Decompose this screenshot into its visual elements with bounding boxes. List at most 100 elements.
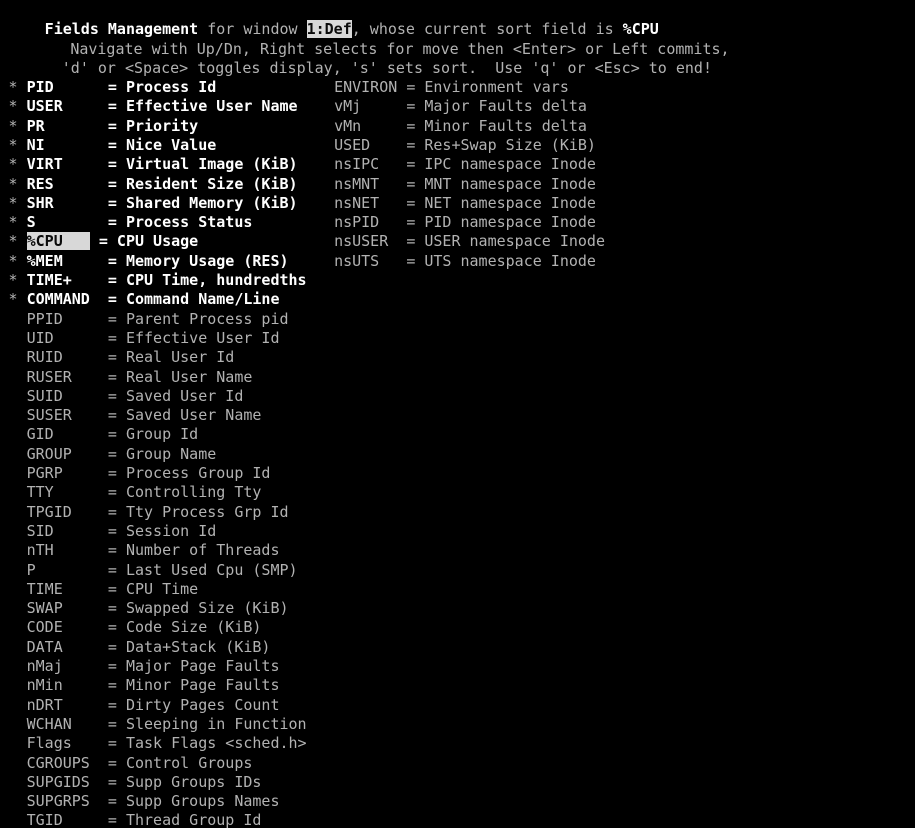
field-name[interactable]: nsUSER: [334, 232, 406, 250]
field-row[interactable]: vMj = Major Faults delta: [316, 97, 587, 116]
field-row[interactable]: PGRP = Process Group Id: [9, 464, 271, 483]
field-name[interactable]: GROUP: [27, 445, 108, 463]
field-row[interactable]: RUSER = Real User Name: [9, 368, 253, 387]
field-display-marker[interactable]: [316, 175, 334, 193]
field-name[interactable]: nsIPC: [334, 155, 406, 173]
field-row[interactable]: * COMMAND = Command Name/Line: [9, 290, 280, 309]
field-display-marker[interactable]: [9, 464, 27, 482]
field-name[interactable]: nMaj: [27, 657, 108, 675]
field-row[interactable]: Flags = Task Flags <sched.h>: [9, 734, 307, 753]
field-name[interactable]: SUID: [27, 387, 108, 405]
field-row[interactable]: PPID = Parent Process pid: [9, 310, 289, 329]
field-name[interactable]: P: [27, 561, 108, 579]
field-row[interactable]: nsPID = PID namespace Inode: [316, 213, 596, 232]
field-row[interactable]: SUSER = Saved User Name: [9, 406, 262, 425]
field-display-marker[interactable]: [316, 117, 334, 135]
field-row[interactable]: * TIME+ = CPU Time, hundredths: [9, 271, 307, 290]
field-row[interactable]: SID = Session Id: [9, 522, 217, 541]
field-display-marker[interactable]: [9, 387, 27, 405]
field-row[interactable]: * %CPU = CPU Usage: [9, 232, 198, 251]
field-row[interactable]: * PR = Priority: [9, 117, 199, 136]
field-display-marker[interactable]: [9, 483, 27, 501]
field-row[interactable]: nMin = Minor Page Faults: [9, 676, 280, 695]
field-display-marker[interactable]: [9, 676, 27, 694]
field-display-marker[interactable]: *: [9, 175, 27, 193]
field-row[interactable]: WCHAN = Sleeping in Function: [9, 715, 307, 734]
field-name[interactable]: ENVIRON: [334, 78, 406, 96]
field-row[interactable]: TGID = Thread Group Id: [9, 811, 262, 828]
field-name[interactable]: SUPGRPS: [27, 792, 108, 810]
field-name[interactable]: TPGID: [27, 503, 108, 521]
field-display-marker[interactable]: [9, 425, 27, 443]
field-row[interactable]: * USER = Effective User Name: [9, 97, 298, 116]
field-display-marker[interactable]: [9, 329, 27, 347]
field-row[interactable]: nsMNT = MNT namespace Inode: [316, 175, 596, 194]
field-display-marker[interactable]: [9, 310, 27, 328]
field-name[interactable]: PGRP: [27, 464, 108, 482]
field-name[interactable]: SHR: [27, 194, 108, 212]
field-display-marker[interactable]: [316, 78, 334, 96]
field-name[interactable]: %MEM: [27, 252, 108, 270]
field-row[interactable]: DATA = Data+Stack (KiB): [9, 638, 271, 657]
field-display-marker[interactable]: [9, 657, 27, 675]
field-name[interactable]: nDRT: [27, 696, 108, 714]
field-display-marker[interactable]: *: [9, 117, 27, 135]
field-row[interactable]: * NI = Nice Value: [9, 136, 217, 155]
field-display-marker[interactable]: [316, 155, 334, 173]
field-display-marker[interactable]: *: [9, 97, 27, 115]
field-name[interactable]: nsUTS: [334, 252, 406, 270]
field-name[interactable]: TIME: [27, 580, 108, 598]
field-name[interactable]: UID: [27, 329, 108, 347]
field-name[interactable]: TTY: [27, 483, 108, 501]
field-display-marker[interactable]: [9, 773, 27, 791]
field-display-marker[interactable]: *: [9, 232, 27, 250]
field-row[interactable]: GROUP = Group Name: [9, 445, 217, 464]
field-name[interactable]: DATA: [27, 638, 108, 656]
field-name[interactable]: RUID: [27, 348, 108, 366]
field-row[interactable]: * PID = Process Id: [9, 78, 217, 97]
field-name[interactable]: SUPGIDS: [27, 773, 108, 791]
field-display-marker[interactable]: *: [9, 155, 27, 173]
field-name[interactable]: SWAP: [27, 599, 108, 617]
field-row[interactable]: SUID = Saved User Id: [9, 387, 244, 406]
field-display-marker[interactable]: [9, 792, 27, 810]
field-display-marker[interactable]: [316, 252, 334, 270]
field-name[interactable]: CODE: [27, 618, 108, 636]
field-display-marker[interactable]: *: [9, 194, 27, 212]
field-display-marker[interactable]: [9, 580, 27, 598]
field-display-marker[interactable]: [9, 734, 27, 752]
field-row[interactable]: nMaj = Major Page Faults: [9, 657, 280, 676]
field-name[interactable]: vMj: [334, 97, 406, 115]
field-display-marker[interactable]: *: [9, 252, 27, 270]
field-name[interactable]: GID: [27, 425, 108, 443]
field-name[interactable]: nTH: [27, 541, 108, 559]
field-name[interactable]: S: [27, 213, 108, 231]
field-row[interactable]: TTY = Controlling Tty: [9, 483, 262, 502]
field-display-marker[interactable]: [9, 541, 27, 559]
field-display-marker[interactable]: [316, 213, 334, 231]
field-name[interactable]: USED: [334, 136, 406, 154]
field-row[interactable]: * S = Process Status: [9, 213, 253, 232]
field-name[interactable]: Flags: [27, 734, 108, 752]
field-row[interactable]: TPGID = Tty Process Grp Id: [9, 503, 289, 522]
field-row[interactable]: nsNET = NET namespace Inode: [316, 194, 596, 213]
field-name[interactable]: nsPID: [334, 213, 406, 231]
field-row[interactable]: UID = Effective User Id: [9, 329, 280, 348]
field-name[interactable]: USER: [27, 97, 108, 115]
field-row[interactable]: RUID = Real User Id: [9, 348, 235, 367]
field-row[interactable]: CGROUPS = Control Groups: [9, 754, 253, 773]
field-row[interactable]: P = Last Used Cpu (SMP): [9, 561, 298, 580]
field-row[interactable]: nDRT = Dirty Pages Count: [9, 696, 280, 715]
field-row[interactable]: SUPGRPS = Supp Groups Names: [9, 792, 280, 811]
field-row[interactable]: SWAP = Swapped Size (KiB): [9, 599, 289, 618]
field-row[interactable]: TIME = CPU Time: [9, 580, 199, 599]
field-name[interactable]: SID: [27, 522, 108, 540]
field-name[interactable]: PID: [27, 78, 108, 96]
field-name[interactable]: vMn: [334, 117, 406, 135]
field-display-marker[interactable]: [9, 368, 27, 386]
field-display-marker[interactable]: [9, 715, 27, 733]
field-display-marker[interactable]: [9, 696, 27, 714]
field-name[interactable]: SUSER: [27, 406, 108, 424]
field-name[interactable]: NI: [27, 136, 108, 154]
field-row[interactable]: nsUSER = USER namespace Inode: [316, 232, 605, 251]
